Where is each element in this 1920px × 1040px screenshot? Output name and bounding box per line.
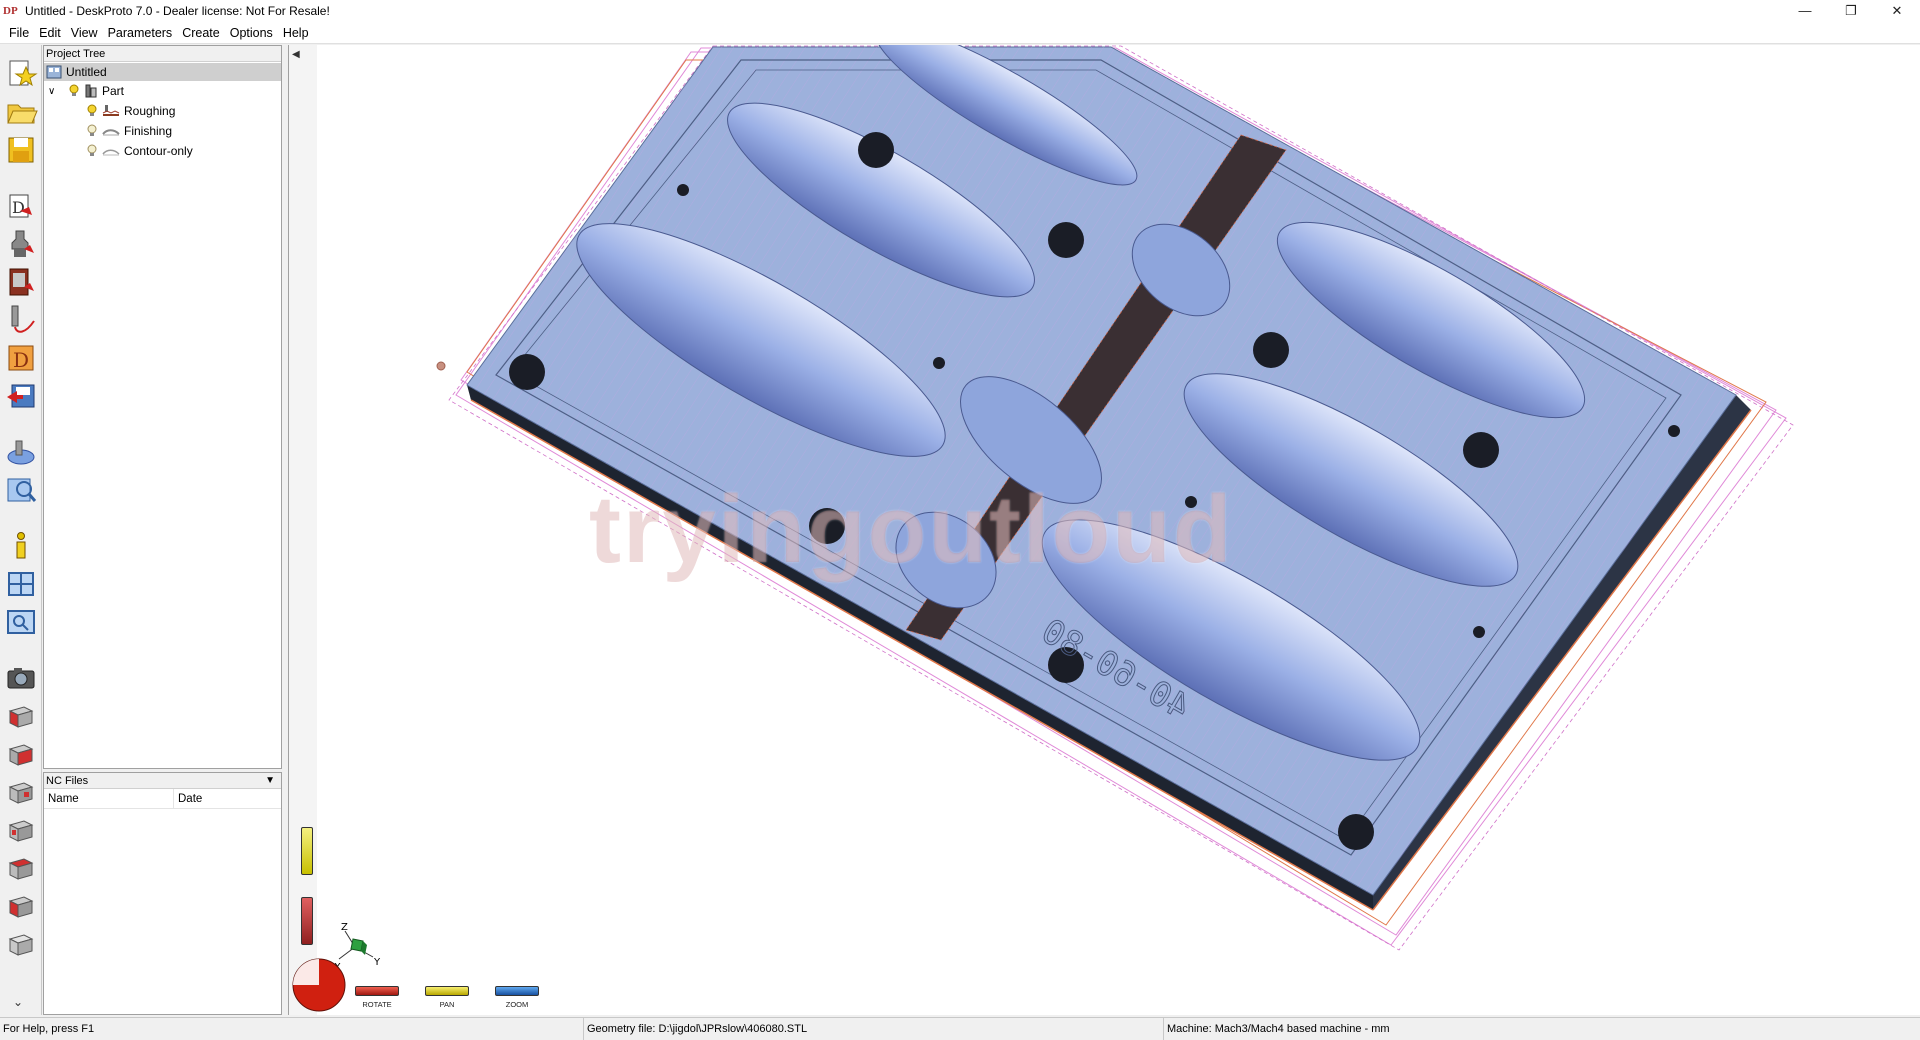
view-left-icon[interactable]: [4, 775, 38, 809]
project-tree-header: Project Tree: [44, 46, 281, 62]
toolpath-icon[interactable]: [4, 303, 38, 337]
snapshot-icon[interactable]: [4, 661, 38, 695]
svg-text:D: D: [13, 348, 29, 372]
column-header-date[interactable]: Date: [174, 789, 281, 808]
menu-parameters[interactable]: Parameters: [103, 22, 178, 44]
column-header-name[interactable]: Name: [44, 789, 174, 808]
lightbulb-icon[interactable]: [68, 84, 80, 98]
tree-item-roughing[interactable]: Roughing: [86, 102, 175, 120]
main-toolbar: D D ⌄: [0, 45, 42, 1015]
3d-viewport[interactable]: ◀ 40-60-80 tryingoutloud Z Y ROTATE PAN …: [288, 45, 1920, 1015]
tree-item-finishing[interactable]: Finishing: [86, 122, 172, 140]
lightbulb-icon[interactable]: [86, 144, 98, 158]
rotate-dial[interactable]: [291, 957, 347, 1013]
info-icon[interactable]: [4, 529, 38, 563]
tree-item-label: Contour-only: [124, 144, 193, 158]
tree-item-label: Finishing: [124, 124, 173, 138]
status-machine: Machine: Mach3/Mach4 based machine - mm: [1163, 1018, 1920, 1040]
app-window: { "window": { "title": "Untitled - DeskP…: [0, 0, 1920, 1040]
rotate-vertical-slider[interactable]: [301, 897, 313, 945]
dropdown-arrow-icon[interactable]: ▼: [265, 773, 275, 788]
roughing-icon: [102, 105, 120, 116]
zoom-control[interactable]: [495, 986, 539, 996]
nc-files-header[interactable]: NC Files ▼: [44, 773, 281, 789]
menu-file[interactable]: File: [4, 22, 34, 44]
contour-icon: [102, 149, 120, 156]
save-project-icon[interactable]: [4, 133, 38, 167]
view-iso-icon[interactable]: [4, 927, 38, 961]
app-logo-icon: DP: [3, 5, 18, 17]
nc-files-panel: NC Files ▼ Name Date: [43, 772, 282, 1015]
axis-y-label: Y: [373, 957, 381, 968]
zoom-label: ZOOM: [505, 1000, 529, 1009]
restore-icon[interactable]: ❐: [1828, 0, 1874, 22]
lightbulb-icon[interactable]: [86, 124, 98, 138]
window-title: Untitled - DeskProto 7.0 - Dealer licens…: [25, 4, 330, 18]
chevron-down-icon[interactable]: ∨: [48, 86, 60, 97]
rotate-control[interactable]: [355, 986, 399, 996]
menu-edit[interactable]: Edit: [34, 22, 66, 44]
watermark-text: tryingoutloud: [589, 476, 1234, 583]
view-top-icon[interactable]: [4, 851, 38, 885]
minimize-icon[interactable]: —: [1782, 0, 1828, 22]
status-bar: For Help, press F1 Geometry file: D:\jig…: [0, 1017, 1920, 1040]
deskproto-wizard-icon[interactable]: D: [4, 341, 38, 375]
part-icon: [85, 84, 97, 98]
simulation-icon[interactable]: [4, 435, 38, 469]
lightbulb-icon[interactable]: [86, 104, 98, 118]
viewports-icon[interactable]: [4, 567, 38, 601]
nc-files-title: NC Files: [46, 775, 89, 787]
chevron-down-icon[interactable]: ⌄: [13, 995, 23, 1009]
pan-control[interactable]: [425, 986, 469, 996]
project-tree-panel: Project Tree Untitled ∨ Part Roughing Fi…: [43, 45, 282, 769]
panel-splitter[interactable]: [283, 45, 287, 1015]
axis-z-label: Z: [341, 922, 348, 933]
open-project-icon[interactable]: [4, 95, 38, 129]
view-front-icon[interactable]: [4, 699, 38, 733]
menu-bar: File Edit View Parameters Create Options…: [0, 22, 1920, 44]
finishing-icon: [102, 129, 120, 136]
status-help: For Help, press F1: [3, 1023, 95, 1035]
pan-vertical-slider[interactable]: [301, 827, 313, 875]
tree-item-label: Part: [102, 84, 125, 98]
svg-text:D: D: [12, 198, 25, 217]
close-icon[interactable]: ✕: [1874, 0, 1920, 22]
pan-label: PAN: [439, 1000, 455, 1009]
menu-view[interactable]: View: [66, 22, 103, 44]
statistics-icon[interactable]: [4, 605, 38, 639]
menu-help[interactable]: Help: [278, 22, 314, 44]
project-icon: [46, 65, 62, 79]
status-geometry-file: Geometry file: D:\jigdol\JPRslow\406080.…: [583, 1018, 1163, 1040]
tree-item-contour-only[interactable]: Contour-only: [86, 142, 193, 160]
nc-files-columns: Name Date: [44, 789, 281, 809]
tree-item-label: Roughing: [124, 104, 176, 118]
title-bar: DP Untitled - DeskProto 7.0 - Dealer lic…: [0, 0, 1920, 22]
tree-item-part[interactable]: ∨ Part: [48, 82, 124, 100]
tree-item-untitled[interactable]: Untitled: [44, 63, 281, 81]
tree-item-label: Untitled: [66, 65, 107, 79]
preview-icon[interactable]: [4, 473, 38, 507]
new-project-icon[interactable]: [4, 57, 38, 91]
menu-create[interactable]: Create: [177, 22, 225, 44]
rotate-label: ROTATE: [362, 1000, 392, 1009]
view-bottom-icon[interactable]: [4, 889, 38, 923]
menu-options[interactable]: Options: [225, 22, 278, 44]
view-right-icon[interactable]: [4, 737, 38, 771]
part-parameters-icon[interactable]: [4, 227, 38, 261]
export-nc-icon[interactable]: [4, 379, 38, 413]
view-back-icon[interactable]: [4, 813, 38, 847]
operation-parameters-icon[interactable]: [4, 265, 38, 299]
load-geometry-icon[interactable]: D: [4, 189, 38, 223]
